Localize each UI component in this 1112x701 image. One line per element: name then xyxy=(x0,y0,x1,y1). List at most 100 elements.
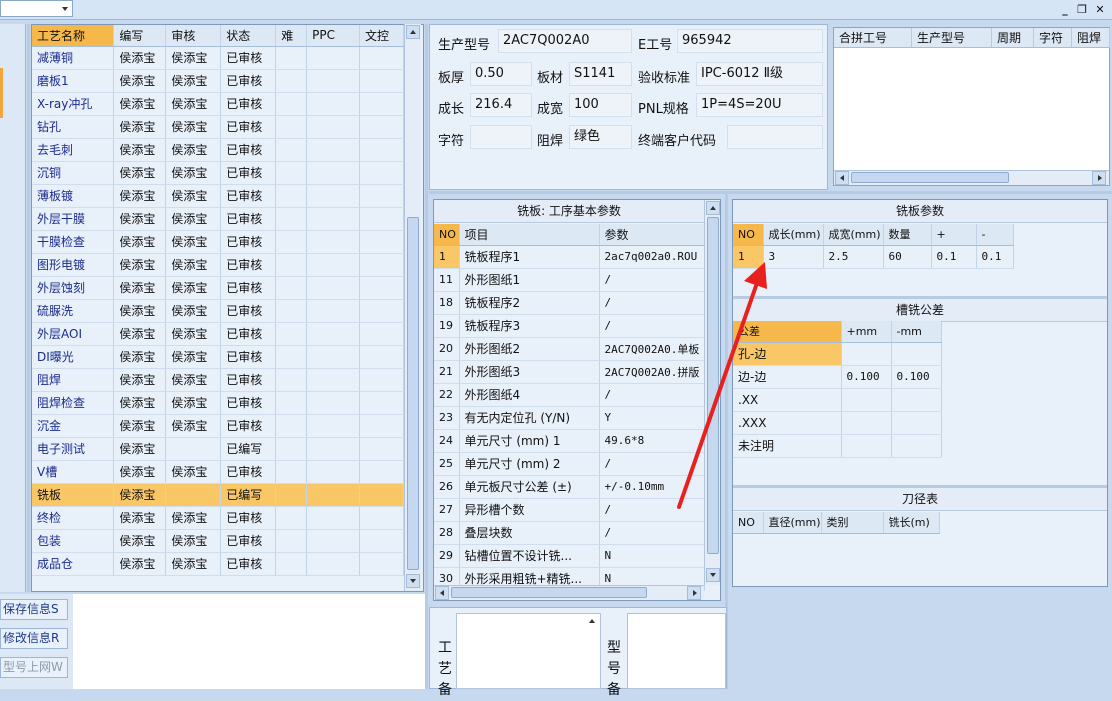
hscroll-thumb[interactable] xyxy=(851,172,1009,183)
table-row[interactable]: .XX xyxy=(733,388,942,412)
minus-mm-cell[interactable] xyxy=(891,434,942,458)
table-row[interactable]: 减薄铜 侯添宝 侯添宝 已审核 xyxy=(32,46,404,70)
top-combo-box[interactable] xyxy=(0,0,73,17)
eno-value[interactable]: 965942 xyxy=(677,29,823,53)
table-row[interactable]: 19 铣板程序3/ xyxy=(434,314,705,338)
table-row[interactable]: 沉金 侯添宝 侯添宝 已审核 xyxy=(32,414,404,438)
column-header[interactable]: NO xyxy=(733,512,764,534)
horizontal-splitter[interactable] xyxy=(429,191,1112,194)
column-header[interactable]: 状态 xyxy=(220,25,277,47)
table-row[interactable]: 沉铜 侯添宝 侯添宝 已审核 xyxy=(32,161,404,185)
param-cell[interactable]: / xyxy=(599,452,705,476)
column-header[interactable]: PPC xyxy=(306,25,361,47)
scroll-thumb[interactable] xyxy=(407,217,419,570)
width-value[interactable]: 100 xyxy=(569,93,632,117)
left-splitter[interactable] xyxy=(27,24,30,592)
column-header[interactable]: 合拼工号 xyxy=(834,28,912,48)
table-row[interactable]: 阻焊检查 侯添宝 侯添宝 已审核 xyxy=(32,391,404,415)
minus-mm-cell[interactable]: 0.100 xyxy=(891,365,942,389)
param-cell[interactable]: +/-0.10mm xyxy=(599,475,705,499)
table-row[interactable]: 25 单元尺寸 (mm) 2/ xyxy=(434,452,705,476)
param-cell[interactable]: / xyxy=(599,498,705,522)
process-grid-scrollbar[interactable] xyxy=(404,24,421,591)
length-cell[interactable]: 3 xyxy=(763,245,824,269)
thickness-value[interactable]: 0.50 xyxy=(470,62,532,86)
width-cell[interactable]: 2.5 xyxy=(823,245,884,269)
table-row[interactable]: 21 外形图纸3 2AC7Q002A0.拼版 xyxy=(434,360,705,384)
param-cell[interactable]: / xyxy=(599,383,705,407)
column-header[interactable]: 阻焊 xyxy=(1072,28,1110,48)
column-header[interactable]: 铣长(m) xyxy=(883,512,940,534)
table-row[interactable]: 18 铣板程序2/ xyxy=(434,291,705,315)
scroll-left-button[interactable] xyxy=(835,171,849,185)
column-header[interactable]: -mm xyxy=(891,321,942,343)
main-splitter[interactable] xyxy=(425,24,428,689)
param-cell[interactable]: / xyxy=(599,314,705,338)
close-icon[interactable]: ✕ xyxy=(1092,2,1108,17)
mill-basic-vscroll[interactable] xyxy=(704,200,720,585)
table-row[interactable]: 1 铣板程序1 2ac7q002a0.ROU xyxy=(434,245,705,269)
scroll-down-button[interactable] xyxy=(706,568,720,582)
quantity-cell[interactable]: 60 xyxy=(883,245,932,269)
table-row[interactable]: 钻孔 侯添宝 侯添宝 已审核 xyxy=(32,115,404,139)
save-info-button[interactable]: 保存信息S xyxy=(0,599,68,620)
minimize-icon[interactable]: _ xyxy=(1057,2,1073,17)
table-row[interactable]: X-ray冲孔 侯添宝 侯添宝 已审核 xyxy=(32,92,404,116)
column-header[interactable]: + xyxy=(931,224,977,246)
table-row[interactable]: 干膜检查 侯添宝 侯添宝 已审核 xyxy=(32,230,404,254)
hscroll-thumb[interactable] xyxy=(451,587,647,598)
minus-mm-cell[interactable] xyxy=(891,342,942,366)
column-header[interactable]: 难 xyxy=(275,25,308,47)
scroll-left-button[interactable] xyxy=(435,586,449,600)
table-row[interactable]: 硫脲洗 侯添宝 侯添宝 已审核 xyxy=(32,299,404,323)
mill-basic-hscroll[interactable] xyxy=(434,585,704,600)
minus-tolerance-cell[interactable]: 0.1 xyxy=(976,245,1014,269)
pnl-value[interactable]: 1P=4S=20U xyxy=(696,93,823,117)
scroll-down-button[interactable] xyxy=(406,574,420,588)
param-cell[interactable]: / xyxy=(599,521,705,545)
param-cell[interactable]: 2ac7q002a0.ROU xyxy=(599,245,705,269)
memo-scroll-up[interactable] xyxy=(587,617,599,629)
param-cell[interactable]: Y xyxy=(599,406,705,430)
table-row[interactable]: 阻焊 侯添宝 侯添宝 已审核 xyxy=(32,368,404,392)
table-row[interactable]: 铣板 侯添宝 已编写 xyxy=(32,483,404,507)
plus-mm-cell[interactable] xyxy=(841,342,892,366)
column-header[interactable]: - xyxy=(976,224,1014,246)
scroll-up-button[interactable] xyxy=(706,201,720,215)
plus-mm-cell[interactable] xyxy=(841,434,892,458)
char-value[interactable] xyxy=(470,125,532,149)
model-memo-input[interactable] xyxy=(627,613,726,689)
column-header[interactable]: NO xyxy=(733,224,764,246)
table-row[interactable]: 成品仓 侯添宝 侯添宝 已审核 xyxy=(32,552,404,576)
length-value[interactable]: 216.4 xyxy=(470,93,532,117)
column-header[interactable]: 数量 xyxy=(883,224,932,246)
param-cell[interactable]: / xyxy=(599,268,705,292)
scroll-up-button[interactable] xyxy=(406,25,420,39)
minus-mm-cell[interactable] xyxy=(891,411,942,435)
minus-mm-cell[interactable] xyxy=(891,388,942,412)
table-row[interactable]: 外层干膜 侯添宝 侯添宝 已审核 xyxy=(32,207,404,231)
column-header[interactable]: NO xyxy=(434,224,460,246)
column-header[interactable]: 周期 xyxy=(992,28,1034,48)
param-cell[interactable]: / xyxy=(599,291,705,315)
table-row[interactable]: 29 钻槽位置不设计铣... N xyxy=(434,544,705,568)
param-cell[interactable]: 2AC7Q002A0.单板 xyxy=(599,337,705,361)
table-row[interactable]: 1 3 2.5 60 0.1 0.1 xyxy=(733,245,1014,269)
table-row[interactable]: 磨板1 侯添宝 侯添宝 已审核 xyxy=(32,69,404,93)
column-header[interactable]: 公差 xyxy=(733,321,842,343)
standard-value[interactable]: IPC-6012 Ⅱ级 xyxy=(696,62,823,86)
table-row[interactable]: 22 外形图纸4/ xyxy=(434,383,705,407)
table-row[interactable]: 24 单元尺寸 (mm) 1 49.6*8 xyxy=(434,429,705,453)
column-header[interactable]: 直径(mm) xyxy=(763,512,822,534)
table-row[interactable]: DI曝光 侯添宝 侯添宝 已审核 xyxy=(32,345,404,369)
table-row[interactable]: 26 单元板尺寸公差 (±) +/-0.10mm xyxy=(434,475,705,499)
scroll-thumb[interactable] xyxy=(707,217,719,554)
plus-mm-cell[interactable] xyxy=(841,388,892,412)
column-header[interactable]: 字符 xyxy=(1034,28,1072,48)
model-upload-button[interactable]: 型号上网W xyxy=(0,657,68,678)
table-row[interactable]: 20 外形图纸2 2AC7Q002A0.单板 xyxy=(434,337,705,361)
table-row[interactable]: 去毛刺 侯添宝 侯添宝 已审核 xyxy=(32,138,404,162)
chevron-down-icon[interactable] xyxy=(62,7,68,11)
param-cell[interactable]: N xyxy=(599,544,705,568)
column-header[interactable]: 参数 xyxy=(599,224,705,246)
